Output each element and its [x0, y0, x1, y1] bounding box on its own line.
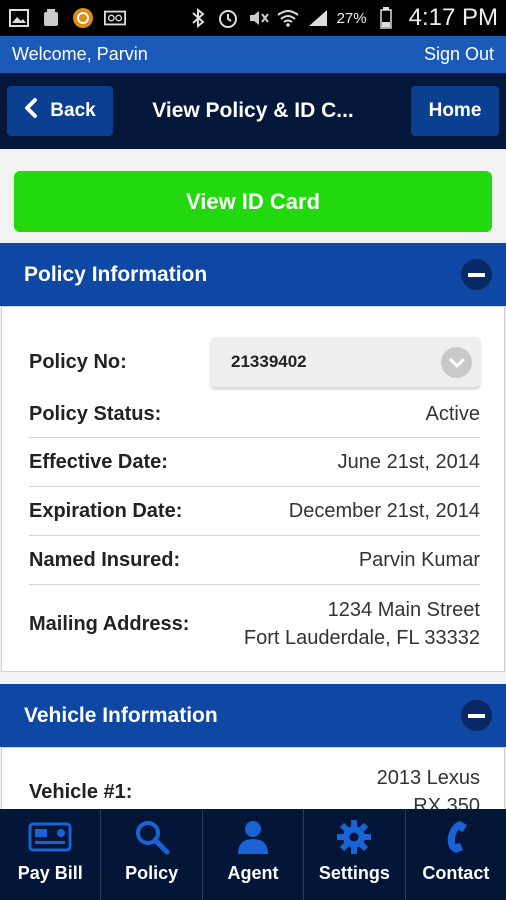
mailing-address-row: Mailing Address: 1234 Main Street Fort L… [29, 585, 480, 663]
policy-status-row: Policy Status: Active [29, 391, 480, 438]
section-title: Policy Information [24, 262, 208, 286]
nfc-icon [40, 8, 62, 28]
person-icon [236, 819, 270, 855]
vehicle-info-card: Vehicle #1: 2013 Lexus RX 350 [1, 747, 505, 809]
row-value: December 21st, 2014 [288, 500, 480, 522]
clock: 4:17 PM [408, 4, 498, 31]
policy-info-card: Policy No: 21339402 Policy Status: Activ… [1, 306, 505, 672]
bluetooth-icon [187, 8, 209, 28]
battery-icon [375, 7, 397, 29]
sign-out-link[interactable]: Sign Out [424, 44, 494, 65]
row-label: Mailing Address: [29, 612, 190, 635]
row-label: Effective Date: [29, 450, 168, 473]
back-label: Back [50, 100, 96, 121]
signal-icon [307, 8, 329, 28]
section-title: Vehicle Information [24, 703, 218, 727]
chevron-left-icon [24, 98, 38, 124]
page-title: View Policy & ID C... [152, 99, 354, 122]
named-insured-row: Named Insured: Parvin Kumar [29, 536, 480, 585]
home-button[interactable]: Home [411, 86, 499, 136]
tab-label: Agent [227, 863, 279, 883]
row-label: Policy Status: [29, 402, 162, 425]
chevron-down-icon [441, 347, 472, 378]
back-button[interactable]: Back [7, 86, 113, 136]
tab-settings[interactable]: Settings [304, 809, 406, 900]
row-value: June 21st, 2014 [337, 451, 480, 473]
tab-label: Contact [422, 863, 490, 883]
address-line-1: 1234 Main Street [327, 599, 480, 621]
view-id-card-button[interactable]: View ID Card [14, 171, 492, 232]
row-value: 1234 Main Street Fort Lauderdale, FL 333… [244, 596, 480, 652]
row-value: Active [425, 403, 480, 425]
battery-percent: 27% [336, 9, 367, 27]
policy-no-select[interactable]: 21339402 [211, 337, 480, 387]
vehicle-info-header[interactable]: Vehicle Information [0, 684, 506, 747]
alarm-icon [217, 8, 239, 28]
policy-info-header[interactable]: Policy Information [0, 243, 506, 306]
tab-agent[interactable]: Agent [203, 809, 305, 900]
voicemail-icon [104, 8, 126, 28]
address-line-2: Fort Lauderdale, FL 33332 [243, 627, 480, 649]
row-label: Vehicle #1: [29, 780, 133, 803]
welcome-bar: Welcome, Parvin Sign Out [0, 36, 506, 73]
vehicle-line-2: RX 350 [413, 795, 480, 809]
row-value: Parvin Kumar [358, 549, 480, 571]
collapse-minus-icon[interactable] [461, 259, 492, 290]
tab-pay-bill[interactable]: Pay Bill [0, 809, 102, 900]
mute-icon [247, 8, 269, 28]
navigation-bar: Back View Policy & ID C... Home [0, 73, 506, 149]
vehicle-row: Vehicle #1: 2013 Lexus RX 350 [29, 762, 480, 809]
welcome-text: Welcome, Parvin [12, 44, 148, 64]
tab-label: Settings [318, 863, 390, 883]
credit-card-icon [28, 819, 72, 855]
expiration-date-row: Expiration Date: December 21st, 2014 [29, 487, 480, 536]
main-content[interactable]: View ID Card Policy Information Policy N… [0, 149, 506, 809]
tab-contact[interactable]: Contact [406, 809, 506, 900]
wifi-icon [276, 8, 299, 28]
notification-icon [72, 8, 94, 28]
bottom-tab-bar: Pay Bill Policy Agent Settings Contact [0, 809, 506, 900]
tab-policy[interactable]: Policy [101, 809, 203, 900]
effective-date-row: Effective Date: June 21st, 2014 [29, 438, 480, 487]
policy-no-label: Policy No: [29, 350, 127, 373]
tab-label: Pay Bill [17, 863, 83, 883]
image-icon [8, 8, 30, 28]
row-label: Named Insured: [29, 548, 181, 571]
vehicle-line-1: 2013 Lexus [376, 767, 480, 789]
row-value: 2013 Lexus RX 350 [377, 764, 480, 809]
search-icon [134, 819, 170, 855]
tab-label: Policy [125, 863, 179, 883]
row-label: Expiration Date: [29, 499, 183, 522]
status-bar: 27% 4:17 PM [0, 0, 506, 36]
phone-icon [440, 819, 472, 855]
policy-no-value: 21339402 [231, 352, 307, 371]
collapse-minus-icon[interactable] [461, 700, 492, 731]
gear-icon [336, 819, 372, 855]
